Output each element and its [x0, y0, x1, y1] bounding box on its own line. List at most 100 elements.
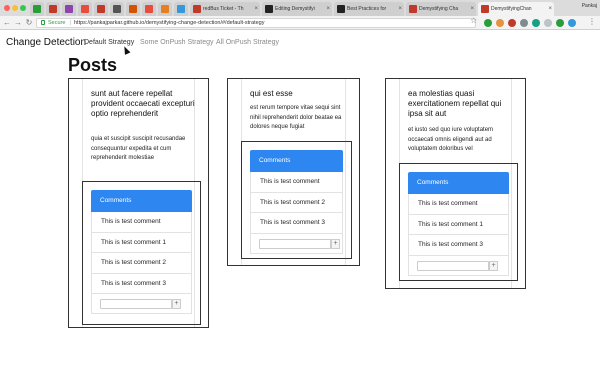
bookmark-star-icon[interactable]: ☆: [470, 16, 477, 25]
browser-tab[interactable]: Demystifying Cha ×: [406, 2, 476, 16]
tab-favicon-icon: [337, 5, 345, 13]
comment-item: This is test comment: [250, 172, 343, 193]
comment-input[interactable]: [100, 299, 172, 309]
browser-tab[interactable]: [62, 2, 76, 16]
extension-icon[interactable]: [520, 19, 528, 27]
maximize-window-icon[interactable]: [20, 5, 26, 11]
comment-item: This is test comment 1: [408, 214, 509, 235]
extension-icon[interactable]: [544, 19, 552, 27]
extension-icon[interactable]: [484, 19, 492, 27]
comment-item: This is test comment 1: [91, 232, 192, 253]
tab-favicon-icon: [65, 5, 73, 13]
tab-label: redBus Ticket - Th: [203, 6, 244, 12]
nav-link-all-onpush-strategy[interactable]: All OnPush Strategy: [216, 39, 279, 46]
extension-icon[interactable]: [496, 19, 504, 27]
navbar-brand[interactable]: Change Detection: [6, 37, 86, 48]
post-body: quia et suscipit suscipit recusandae con…: [91, 136, 186, 161]
comments-card: Comments This is test comment This is te…: [408, 172, 509, 276]
comment-item: This is test comment 3: [91, 273, 192, 294]
tab-label: DemystifyingChan: [491, 6, 532, 12]
tab-favicon-icon: [97, 5, 105, 13]
tab-close-icon[interactable]: ×: [470, 2, 474, 16]
browser-tab[interactable]: Best Practices for ×: [334, 2, 404, 16]
extension-icon[interactable]: [568, 19, 576, 27]
browser-tab[interactable]: redBus Ticket - Th ×: [190, 2, 260, 16]
comment-item: This is test comment 2: [91, 253, 192, 274]
comment-item: This is test comment 3: [250, 213, 343, 234]
post-card: ea molestias quasi exercitationem repell…: [385, 78, 526, 289]
tab-close-icon[interactable]: ×: [254, 2, 258, 16]
comment-item: This is test comment: [408, 194, 509, 215]
tab-favicon-icon: [33, 5, 41, 13]
back-arrow-icon[interactable]: ←: [2, 17, 12, 29]
address-bar[interactable]: Secure | https://pankajparkar.github.io/…: [36, 18, 476, 28]
post-card: qui est esse est rerum tempore vitae seq…: [227, 78, 360, 266]
comments-card: Comments This is test comment This is te…: [91, 190, 192, 314]
add-comment-button[interactable]: +: [489, 260, 498, 271]
add-comment-button[interactable]: +: [331, 238, 340, 249]
comments-header: Comments: [250, 150, 343, 172]
forward-arrow-icon[interactable]: →: [13, 17, 23, 29]
tab-favicon-icon: [145, 5, 153, 13]
tab-close-icon[interactable]: ×: [398, 2, 402, 16]
browser-tab[interactable]: [142, 2, 156, 16]
tab-favicon-icon: [481, 5, 489, 13]
browser-tab[interactable]: [30, 2, 44, 16]
nav-link-some-onpush-strategy[interactable]: Some OnPush Strategy: [140, 39, 214, 46]
tab-favicon-icon: [81, 5, 89, 13]
tab-favicon-icon: [193, 5, 201, 13]
browser-tab[interactable]: [94, 2, 108, 16]
extension-icon[interactable]: [532, 19, 540, 27]
browser-tab[interactable]: [46, 2, 60, 16]
tab-favicon-icon: [49, 5, 57, 13]
tab-favicon-icon: [129, 5, 137, 13]
tab-favicon-icon: [113, 5, 121, 13]
reload-icon[interactable]: ↻: [24, 17, 34, 29]
tab-favicon-icon: [265, 5, 273, 13]
comment-item: This is test comment 3: [408, 235, 509, 256]
comments-header: Comments: [408, 172, 509, 194]
browser-toolbar: ← → ↻ Secure | https://pankajparkar.gith…: [0, 16, 600, 30]
lock-icon: [41, 20, 45, 25]
browser-menu-icon[interactable]: ⋮: [588, 17, 596, 26]
comments-header: Comments: [91, 190, 192, 212]
comments-panel: Comments This is test comment This is te…: [241, 141, 352, 259]
browser-tab[interactable]: Editing Demystifyi ×: [262, 2, 332, 16]
browser-tab[interactable]: [158, 2, 172, 16]
comment-item: This is test comment 2: [250, 192, 343, 213]
extension-icon[interactable]: [556, 19, 564, 27]
browser-tab[interactable]: [174, 2, 188, 16]
add-comment-row: +: [91, 294, 192, 314]
post-title: ea molestias quasi exercitationem repell…: [408, 89, 502, 118]
url-separator: |: [70, 20, 72, 26]
comments-card: Comments This is test comment This is te…: [250, 150, 343, 254]
extension-icon[interactable]: [508, 19, 516, 27]
page-title: Posts: [68, 55, 118, 75]
tab-close-icon[interactable]: ×: [548, 2, 552, 16]
tab-label: Demystifying Cha: [419, 6, 459, 12]
browser-tab-strip: redBus Ticket - Th × Editing Demystifyi …: [0, 0, 600, 16]
tab-label: Editing Demystifyi: [275, 6, 315, 12]
tab-label: Best Practices for: [347, 6, 387, 12]
tab-favicon-icon: [161, 5, 169, 13]
browser-tab[interactable]: [126, 2, 140, 16]
add-comment-row: +: [250, 233, 343, 254]
tab-favicon-icon: [177, 5, 185, 13]
tab-favicon-icon: [409, 5, 417, 13]
minimize-window-icon[interactable]: [12, 5, 18, 11]
url-text: https://pankajparkar.github.io/demystify…: [74, 20, 265, 26]
post-card: sunt aut facere repellat provident occae…: [68, 78, 209, 328]
close-window-icon[interactable]: [4, 5, 10, 11]
browser-tab[interactable]: [110, 2, 124, 16]
add-comment-row: +: [408, 255, 509, 276]
profile-name[interactable]: Pankaj: [582, 3, 597, 9]
comment-item: This is test comment: [91, 212, 192, 233]
browser-tab-active[interactable]: DemystifyingChan ×: [478, 2, 554, 16]
tab-close-icon[interactable]: ×: [326, 2, 330, 16]
post-body: et iusto sed quo iure voluptatem occaeca…: [408, 127, 494, 152]
add-comment-button[interactable]: +: [172, 299, 181, 309]
comment-input[interactable]: [259, 238, 331, 249]
comment-input[interactable]: [417, 260, 489, 271]
comments-panel: Comments This is test comment This is te…: [399, 163, 518, 281]
browser-tab[interactable]: [78, 2, 92, 16]
